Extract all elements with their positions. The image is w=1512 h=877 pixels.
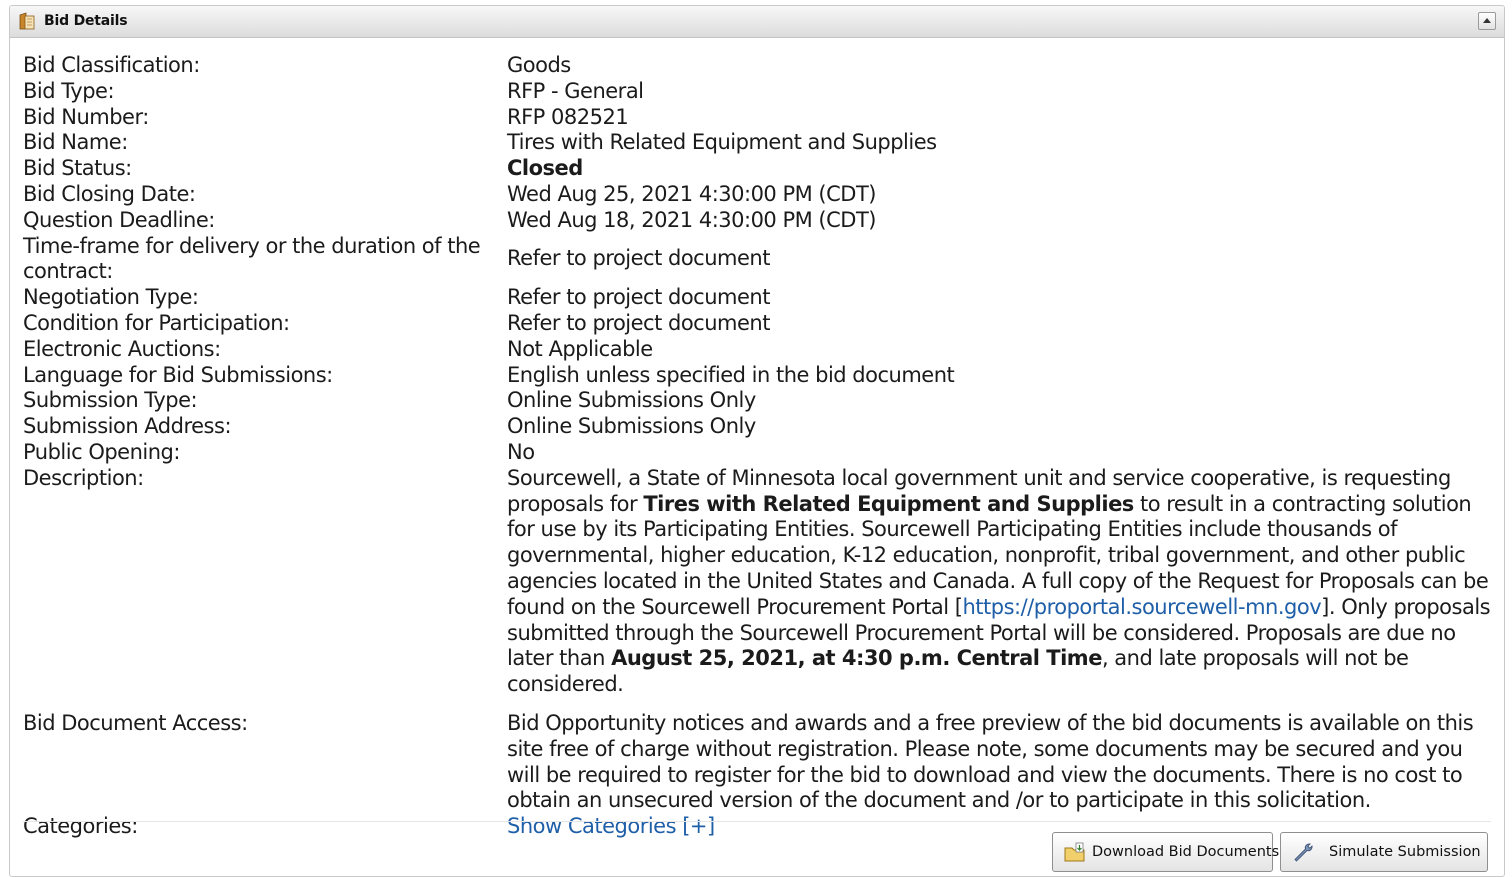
- field-label: Bid Name:: [23, 130, 128, 155]
- field-value: RFP - General: [507, 78, 644, 103]
- detail-row-name: Bid Name: Tires with Related Equipment a…: [23, 130, 1495, 156]
- field-value: Not Applicable: [507, 336, 653, 361]
- description-deadline: August 25, 2021, at 4:30 p.m. Central Ti…: [611, 646, 1102, 671]
- bid-details-panel: Bid Details Bid Classification: Goods Bi…: [9, 5, 1505, 877]
- field-label: Bid Classification:: [23, 53, 200, 77]
- detail-row-electronic-auctions: Electronic Auctions: Not Applicable: [23, 337, 1495, 363]
- field-value: English unless specified in the bid docu…: [507, 362, 955, 387]
- simulate-button-label: Simulate Submission: [1329, 844, 1481, 860]
- field-label: Bid Document Access:: [23, 710, 248, 735]
- detail-row-status: Bid Status: Closed: [23, 156, 1495, 182]
- field-label: Submission Type:: [23, 388, 198, 413]
- portal-link[interactable]: https://proportal.sourcewell-mn.gov: [962, 595, 1321, 619]
- detail-row-number: Bid Number: RFP 082521: [23, 105, 1495, 131]
- field-label: Public Opening:: [23, 439, 180, 464]
- field-value: Online Submissions Only: [507, 388, 756, 413]
- field-value: Refer to project document: [507, 285, 770, 310]
- detail-row-language: Language for Bid Submissions: English un…: [23, 363, 1495, 389]
- panel-header: Bid Details: [10, 6, 1504, 38]
- field-value: Wed Aug 18, 2021 4:30:00 PM (CDT): [507, 207, 876, 232]
- field-label: Submission Address:: [23, 414, 232, 439]
- folder-download-icon: [1064, 842, 1085, 862]
- detail-row-public-opening: Public Opening: No: [23, 440, 1495, 466]
- field-label: Bid Closing Date:: [23, 181, 196, 206]
- field-label: Condition for Participation:: [23, 310, 290, 335]
- status-value: Closed: [507, 156, 583, 181]
- field-value: RFP 082521: [507, 104, 629, 129]
- description-bid-name: Tires with Related Equipment and Supplie…: [643, 491, 1134, 516]
- field-value: No: [507, 439, 535, 464]
- detail-row-description: Description: Sourcewell, a State of Minn…: [23, 466, 1495, 711]
- panel-title: Bid Details: [44, 13, 128, 29]
- field-value: Refer to project document: [507, 310, 770, 335]
- detail-row-document-access: Bid Document Access: Bid Opportunity not…: [23, 711, 1495, 814]
- field-label: Bid Number:: [23, 104, 149, 129]
- field-value: Wed Aug 25, 2021 4:30:00 PM (CDT): [507, 181, 876, 206]
- download-button-label: Download Bid Documents: [1092, 844, 1280, 860]
- detail-row-negotiation-type: Negotiation Type: Refer to project docum…: [23, 285, 1495, 311]
- field-value: Refer to project document: [507, 246, 770, 271]
- field-label: Bid Status:: [23, 156, 132, 181]
- detail-row-type: Bid Type: RFP - General: [23, 79, 1495, 105]
- description-value: Sourcewell, a State of Minnesota local g…: [507, 466, 1495, 711]
- download-bid-documents-button[interactable]: Download Bid Documents: [1052, 832, 1279, 872]
- field-label: Bid Type:: [23, 78, 115, 103]
- field-label: Electronic Auctions:: [23, 336, 221, 361]
- field-label: Categories:: [23, 814, 138, 839]
- detail-row-condition: Condition for Participation: Refer to pr…: [23, 311, 1495, 337]
- simulate-submission-button[interactable]: Simulate Submission: [1280, 832, 1488, 872]
- field-value: Online Submissions Only: [507, 414, 756, 439]
- detail-row-submission-address: Submission Address: Online Submissions O…: [23, 414, 1495, 440]
- detail-row-classification: Bid Classification: Goods: [23, 53, 1495, 79]
- bid-details-table: Bid Classification: Goods Bid Type: RFP …: [23, 53, 1495, 840]
- field-label: Description:: [23, 465, 144, 490]
- wrench-icon: [1294, 843, 1313, 862]
- field-value: Tires with Related Equipment and Supplie…: [507, 130, 937, 155]
- collapse-button[interactable]: [1478, 12, 1496, 30]
- detail-row-closing-date: Bid Closing Date: Wed Aug 25, 2021 4:30:…: [23, 182, 1495, 208]
- footer-divider: [23, 821, 1491, 822]
- detail-row-question-deadline: Question Deadline: Wed Aug 18, 2021 4:30…: [23, 208, 1495, 234]
- detail-row-timeframe: Time-frame for delivery or the duration …: [23, 234, 1495, 286]
- detail-row-submission-type: Submission Type: Online Submissions Only: [23, 388, 1495, 414]
- field-label: Time-frame for delivery or the duration …: [23, 233, 481, 284]
- field-label: Question Deadline:: [23, 207, 215, 232]
- field-value: Bid Opportunity notices and awards and a…: [507, 710, 1474, 813]
- document-folder-icon: [19, 12, 35, 30]
- field-value: Goods: [507, 53, 571, 77]
- chevron-up-icon: [1483, 18, 1491, 23]
- field-label: Negotiation Type:: [23, 285, 199, 310]
- detail-row-categories: Categories: Show Categories [+]: [23, 814, 1495, 840]
- field-label: Language for Bid Submissions:: [23, 362, 333, 387]
- show-categories-link[interactable]: Show Categories [+]: [507, 814, 715, 838]
